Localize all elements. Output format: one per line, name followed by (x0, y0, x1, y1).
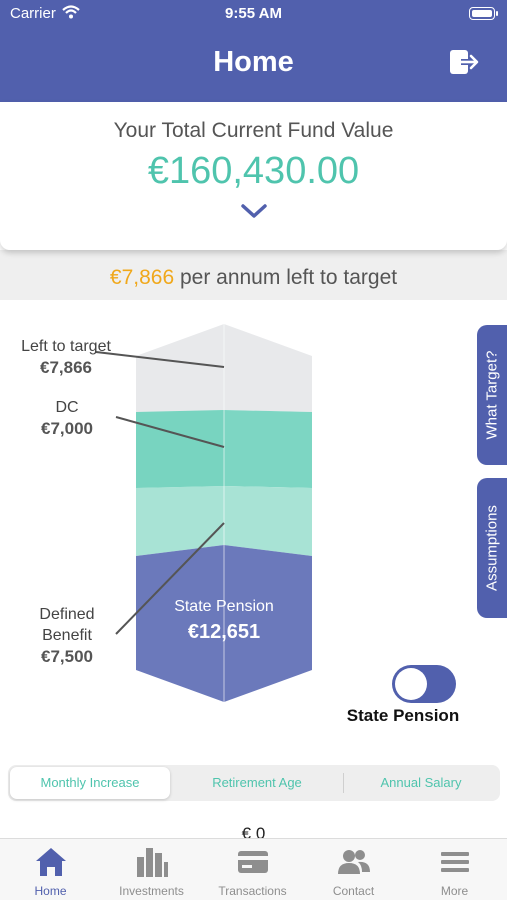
tab-more[interactable]: More (404, 839, 505, 900)
assumptions-tab[interactable]: Assumptions (477, 478, 507, 618)
tab-investments-label: Investments (119, 884, 184, 898)
assumptions-label: Assumptions (483, 505, 501, 591)
home-icon (36, 848, 66, 876)
segment-annual-salary[interactable]: Annual Salary (344, 767, 498, 799)
defined-benefit-label: Defined Benefit €7,500 (22, 604, 112, 667)
page-title: Home (213, 46, 294, 78)
segment-monthly-increase[interactable]: Monthly Increase (10, 767, 170, 799)
dc-label: DC €7,000 (22, 397, 112, 439)
target-suffix: per annum left to target (174, 266, 398, 289)
fund-value: €160,430.00 (147, 150, 360, 192)
tab-more-label: More (440, 884, 469, 898)
card-icon (238, 851, 268, 873)
state-pension-title: State Pension (174, 598, 274, 615)
tab-investments[interactable]: Investments (101, 839, 202, 900)
left-to-target-value: €7,866 (40, 358, 92, 377)
left-to-target-label: Left to target €7,866 (8, 336, 124, 378)
target-summary: €7,866 per annum left to target (0, 250, 507, 300)
tab-transactions[interactable]: Transactions (202, 839, 303, 900)
dc-title: DC (55, 399, 79, 416)
tab-contact[interactable]: Contact (303, 839, 404, 900)
menu-icon (441, 852, 469, 872)
defined-benefit-title: Defined Benefit (39, 606, 95, 644)
tab-home[interactable]: Home (0, 839, 101, 900)
battery-icon (469, 7, 498, 20)
dc-value: €7,000 (41, 419, 93, 438)
tab-home-label: Home (34, 884, 67, 898)
contacts-icon (338, 850, 370, 874)
status-bar: Carrier 9:55 AM (0, 0, 507, 28)
tab-contact-label: Contact (332, 884, 375, 898)
state-pension-value: €12,651 (187, 621, 261, 643)
fund-label: Your Total Current Fund Value (113, 119, 394, 142)
scenario-segmented-control: Monthly Increase Retirement Age Annual S… (8, 765, 500, 801)
tab-bar: Home Investments Transactions Contact Mo… (0, 838, 507, 900)
chevron-down-icon[interactable] (239, 201, 269, 221)
fund-card: Your Total Current Fund Value €160,430.0… (0, 102, 507, 250)
pension-chart: Left to target €7,866 DC €7,000 Defined … (0, 300, 507, 755)
toggle-knob (395, 668, 427, 700)
tab-transactions-label: Transactions (218, 884, 287, 898)
clock: 9:55 AM (225, 5, 282, 22)
what-target-label: What Target? (483, 350, 501, 440)
segment-retirement-age[interactable]: Retirement Age (174, 767, 340, 799)
state-pension-toggle[interactable] (392, 665, 456, 703)
state-pension-toggle-label: State Pension (346, 706, 460, 725)
logout-icon[interactable] (449, 48, 481, 76)
nav-bar: Home (0, 28, 507, 102)
bar-chart-icon (137, 848, 168, 877)
target-amount: €7,866 (109, 266, 175, 289)
defined-benefit-value: €7,500 (41, 647, 93, 666)
left-to-target-title: Left to target (21, 338, 111, 355)
what-target-tab[interactable]: What Target? (477, 325, 507, 465)
